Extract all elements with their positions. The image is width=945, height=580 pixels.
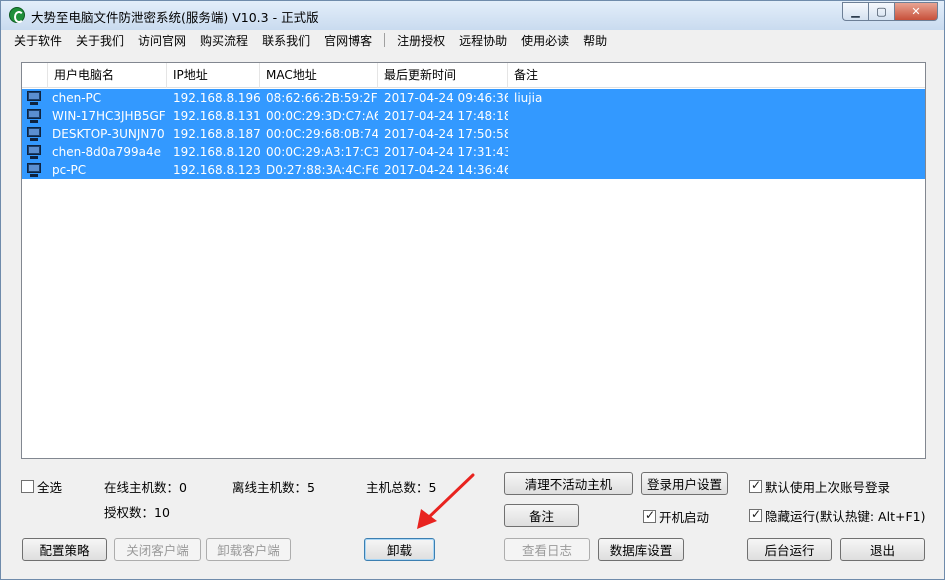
- window-title: 大势至电脑文件防泄密系统(服务端) V10.3 - 正式版: [31, 10, 319, 25]
- column-computer-name[interactable]: 用户电脑名: [48, 63, 167, 88]
- checkbox-box[interactable]: [643, 508, 656, 523]
- remember-account-label: 默认使用上次账号登录: [765, 480, 891, 495]
- login-user-settings-button[interactable]: 登录用户设置: [641, 472, 728, 495]
- computer-icon: [26, 90, 42, 106]
- cell-name: chen-PC: [52, 91, 102, 105]
- list-body: chen-PC 192.168.8.196 08:62:66:2B:59:2F …: [22, 89, 925, 179]
- column-mac[interactable]: MAC地址: [260, 63, 378, 88]
- background-run-button[interactable]: 后台运行: [747, 538, 832, 561]
- cell-mac: 00:0C:29:68:0B:74: [266, 127, 378, 141]
- cell-name: WIN-17HC3JHB5GF: [52, 109, 166, 123]
- database-settings-button[interactable]: 数据库设置: [598, 538, 684, 561]
- main-window: 大势至电脑文件防泄密系统(服务端) V10.3 - 正式版 ▁ ▢ ✕ 关于软件…: [0, 0, 945, 580]
- close-client-button[interactable]: 关闭客户端: [114, 538, 201, 561]
- autostart-checkbox[interactable]: 开机启动: [643, 507, 709, 526]
- autostart-label: 开机启动: [659, 510, 710, 525]
- menu-must-read[interactable]: 使用必读: [514, 32, 576, 49]
- window-controls: ▁ ▢ ✕: [842, 2, 938, 21]
- table-row[interactable]: chen-PC 192.168.8.196 08:62:66:2B:59:2F …: [22, 89, 925, 107]
- computer-icon: [26, 126, 42, 142]
- cell-note: [508, 107, 922, 125]
- red-arrow-annotation: [417, 473, 475, 529]
- menu-blog[interactable]: 官网博客: [317, 32, 379, 49]
- checkbox-box[interactable]: [749, 478, 762, 493]
- table-row[interactable]: chen-8d0a799a4e 192.168.8.120 00:0C:29:A…: [22, 143, 925, 161]
- cell-ip: 192.168.8.123: [173, 163, 260, 177]
- table-row[interactable]: pc-PC 192.168.8.123 D0:27:88:3A:4C:F6 20…: [22, 161, 925, 179]
- menu-visit-website[interactable]: 访问官网: [131, 32, 193, 49]
- cell-time: 2017-04-24 14:36:46: [384, 163, 508, 177]
- clean-inactive-hosts-button[interactable]: 清理不活动主机: [504, 472, 633, 495]
- online-hosts-count: 在线主机数：0: [104, 480, 187, 495]
- close-button[interactable]: ✕: [894, 2, 938, 21]
- cell-ip: 192.168.8.187: [173, 127, 260, 141]
- menu-contact[interactable]: 联系我们: [255, 32, 317, 49]
- menu-bar: 关于软件 关于我们 访问官网 购买流程 联系我们 官网博客 注册授权 远程协助 …: [1, 30, 944, 50]
- cell-note: [508, 161, 922, 179]
- note-button[interactable]: 备注: [504, 504, 579, 527]
- select-all-checkbox[interactable]: 全选: [21, 477, 62, 496]
- computer-icon: [26, 162, 42, 178]
- menu-remote-assist[interactable]: 远程协助: [452, 32, 514, 49]
- menu-about-software[interactable]: 关于软件: [7, 32, 69, 49]
- cell-time: 2017-04-24 09:46:36: [384, 91, 508, 105]
- title-bar[interactable]: 大势至电脑文件防泄密系统(服务端) V10.3 - 正式版 ▁ ▢ ✕: [1, 1, 944, 30]
- cell-time: 2017-04-24 17:31:43: [384, 145, 508, 159]
- checkbox-box[interactable]: [21, 480, 34, 493]
- menu-about-us[interactable]: 关于我们: [69, 32, 131, 49]
- menu-purchase[interactable]: 购买流程: [193, 32, 255, 49]
- cell-ip: 192.168.8.131: [173, 109, 260, 123]
- cell-mac: D0:27:88:3A:4C:F6: [266, 163, 378, 177]
- cell-name: chen-8d0a799a4e: [52, 145, 162, 159]
- cell-note: liujia: [514, 91, 543, 105]
- checkbox-box[interactable]: [749, 507, 762, 522]
- cell-ip: 192.168.8.120: [173, 145, 260, 159]
- hidden-run-label: 隐藏运行(默认热键: Alt+F1): [765, 509, 926, 524]
- cell-ip: 192.168.8.196: [173, 91, 260, 105]
- client-list[interactable]: 用户电脑名 IP地址 MAC地址 最后更新时间 备注 chen-PC 192.1…: [21, 62, 926, 459]
- app-logo-icon: [9, 7, 25, 23]
- cell-time: 2017-04-24 17:48:18: [384, 109, 508, 123]
- menu-separator: [384, 33, 386, 47]
- remember-account-checkbox[interactable]: 默认使用上次账号登录: [749, 477, 890, 496]
- license-count: 授权数：10: [104, 505, 170, 520]
- cell-mac: 00:0C:29:A3:17:C3: [266, 145, 378, 159]
- view-log-button[interactable]: 查看日志: [504, 538, 590, 561]
- maximize-button[interactable]: ▢: [868, 2, 894, 21]
- column-last-update[interactable]: 最后更新时间: [378, 63, 508, 88]
- column-ip[interactable]: IP地址: [167, 63, 260, 88]
- uninstall-client-button[interactable]: 卸载客户端: [206, 538, 291, 561]
- table-row[interactable]: WIN-17HC3JHB5GF 192.168.8.131 00:0C:29:3…: [22, 107, 925, 125]
- hidden-run-checkbox[interactable]: 隐藏运行(默认热键: Alt+F1): [749, 506, 925, 525]
- table-row[interactable]: DESKTOP-3UNJN70 192.168.8.187 00:0C:29:6…: [22, 125, 925, 143]
- cell-note: [508, 143, 922, 161]
- menu-help[interactable]: 帮助: [576, 32, 614, 49]
- exit-button[interactable]: 退出: [840, 538, 925, 561]
- minimize-button[interactable]: ▁: [842, 2, 868, 21]
- config-policy-button[interactable]: 配置策略: [22, 538, 107, 561]
- computer-icon: [26, 108, 42, 124]
- column-note[interactable]: 备注: [508, 63, 924, 88]
- computer-icon: [26, 144, 42, 160]
- cell-name: pc-PC: [52, 163, 87, 177]
- menu-register[interactable]: 注册授权: [390, 32, 452, 49]
- cell-mac: 00:0C:29:3D:C7:A6: [266, 109, 378, 123]
- icon-column-header: [22, 63, 48, 88]
- cell-mac: 08:62:66:2B:59:2F: [266, 91, 378, 105]
- offline-hosts-count: 离线主机数：5: [232, 480, 315, 495]
- uninstall-button[interactable]: 卸载: [364, 538, 435, 561]
- cell-time: 2017-04-24 17:50:58: [384, 127, 508, 141]
- cell-note: [508, 125, 922, 143]
- cell-name: DESKTOP-3UNJN70: [52, 127, 165, 141]
- list-header: 用户电脑名 IP地址 MAC地址 最后更新时间 备注: [22, 63, 925, 88]
- select-all-label: 全选: [37, 480, 63, 495]
